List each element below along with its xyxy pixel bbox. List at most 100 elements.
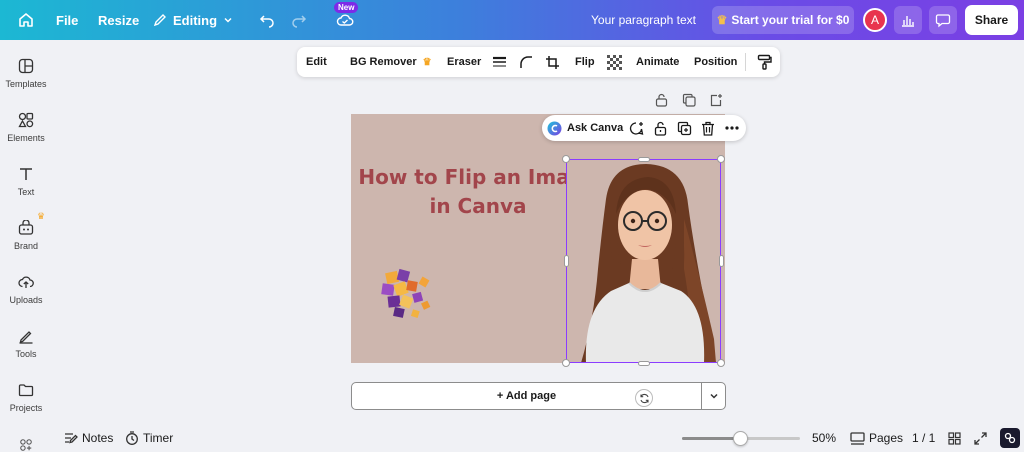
crop-button[interactable] — [545, 47, 560, 77]
toolbar-divider — [745, 53, 746, 71]
canvas-title-text[interactable]: How to Flip an Image in Canva — [355, 163, 601, 221]
sidebar: Templates Elements Text Brand ♛ Uploads … — [0, 40, 52, 452]
sidebar-item-brand[interactable]: Brand — [0, 216, 52, 266]
cloud-check-icon — [336, 14, 354, 26]
edit-button[interactable]: Edit — [306, 47, 327, 77]
duplicate-element-button[interactable] — [677, 115, 692, 141]
timer-button[interactable]: Timer — [125, 428, 173, 448]
undo-button[interactable] — [259, 0, 275, 40]
ask-canva-button[interactable]: Ask Canva — [547, 115, 623, 141]
sidebar-item-elements[interactable]: Elements — [0, 108, 52, 158]
corner-rounding-button[interactable] — [519, 47, 533, 77]
magic-assistant-button[interactable] — [1000, 428, 1020, 448]
text-icon — [20, 168, 32, 180]
animate-button[interactable]: Animate — [636, 47, 679, 77]
notes-label: Notes — [82, 431, 114, 445]
resize-handle-top-left[interactable] — [562, 155, 570, 163]
sidebar-item-label: Projects — [9, 403, 43, 413]
timer-icon — [126, 431, 138, 445]
zoom-slider-knob[interactable] — [733, 431, 748, 446]
delete-element-button[interactable] — [701, 115, 715, 141]
resize-handle-top[interactable] — [638, 157, 650, 162]
notes-icon — [65, 433, 78, 444]
uploads-icon — [18, 276, 34, 288]
sidebar-item-label: Brand — [13, 241, 39, 251]
copy-style-button[interactable] — [757, 47, 772, 77]
more-options-button[interactable] — [725, 115, 739, 141]
trial-label: Start your trial for $0 — [731, 13, 850, 27]
trash-icon — [702, 121, 714, 136]
document-title[interactable]: Your paragraph text — [591, 0, 696, 40]
pages-label: Pages — [869, 431, 904, 445]
resize-menu[interactable]: Resize — [98, 0, 139, 40]
redo-button[interactable] — [291, 0, 307, 40]
fullscreen-button[interactable] — [974, 428, 987, 448]
home-icon — [19, 13, 33, 27]
zoom-level[interactable]: 50% — [812, 428, 836, 448]
transparency-button[interactable] — [607, 47, 622, 77]
share-button[interactable]: Share — [965, 5, 1018, 35]
add-page-options-button[interactable] — [701, 382, 726, 410]
pages-icon — [850, 431, 865, 445]
puzzle-pieces-graphic[interactable] — [378, 266, 436, 322]
sidebar-item-templates[interactable]: Templates — [0, 54, 52, 104]
duplicate-page-button[interactable] — [682, 93, 696, 107]
duplicate-icon — [677, 121, 692, 135]
add-page-icon — [710, 94, 722, 107]
resize-handle-right[interactable] — [719, 255, 724, 267]
start-trial-button[interactable]: ♛ Start your trial for $0 — [712, 6, 854, 34]
sidebar-item-apps[interactable] — [0, 434, 52, 452]
resize-handle-bottom-right[interactable] — [717, 359, 725, 367]
sidebar-item-label: Uploads — [9, 295, 43, 305]
resize-handle-bottom[interactable] — [638, 361, 650, 366]
comment-add-button[interactable] — [629, 115, 644, 141]
fullscreen-icon — [974, 431, 987, 445]
grid-view-button[interactable] — [948, 428, 961, 448]
refresh-button[interactable] — [635, 389, 653, 407]
crop-icon — [546, 55, 559, 69]
pencil-icon — [153, 14, 166, 27]
resize-handle-left[interactable] — [564, 255, 569, 267]
templates-icon — [18, 58, 34, 74]
crown-icon: ♛ — [716, 13, 728, 27]
sidebar-item-uploads[interactable]: Uploads — [0, 270, 52, 320]
lock-element-button[interactable] — [654, 115, 667, 141]
comment-icon — [935, 14, 951, 28]
title-line-1: How to Flip an Image — [358, 165, 598, 189]
elements-icon — [18, 112, 34, 128]
resize-handle-top-right[interactable] — [717, 155, 725, 163]
editing-menu[interactable]: Editing — [153, 0, 233, 40]
sidebar-item-projects[interactable]: Projects — [0, 378, 52, 428]
sidebar-item-tools[interactable]: Tools — [0, 324, 52, 374]
sidebar-item-label: Text — [17, 187, 35, 197]
border-style-button[interactable] — [492, 47, 507, 77]
position-button[interactable]: Position — [694, 47, 737, 77]
bg-remover-button[interactable]: BG Remover ♛ — [350, 47, 432, 77]
crown-icon: ♛ — [37, 211, 46, 221]
selection-frame — [566, 159, 721, 363]
lock-page-button[interactable] — [655, 93, 668, 107]
duplicate-icon — [682, 93, 696, 107]
sidebar-item-text[interactable]: Text — [0, 162, 52, 212]
add-page-icon-button[interactable] — [709, 93, 723, 107]
ask-canva-label: Ask Canva — [567, 122, 624, 134]
apps-icon — [20, 439, 32, 451]
insights-button[interactable] — [894, 6, 922, 34]
pages-button[interactable]: Pages — [850, 428, 903, 448]
resize-handle-bottom-left[interactable] — [562, 359, 570, 367]
editing-label: Editing — [173, 12, 218, 28]
home-button[interactable] — [18, 0, 34, 40]
projects-icon — [18, 384, 34, 397]
eraser-button[interactable]: Eraser — [447, 47, 481, 77]
zoom-slider[interactable] — [682, 431, 800, 446]
undo-icon — [259, 15, 274, 28]
chevron-down-icon — [224, 17, 232, 23]
notes-button[interactable]: Notes — [64, 428, 113, 448]
file-menu[interactable]: File — [56, 0, 78, 40]
avatar[interactable]: A — [863, 8, 887, 32]
comment-add-icon — [629, 121, 644, 135]
flip-button[interactable]: Flip — [575, 47, 595, 77]
comments-button[interactable] — [929, 6, 957, 34]
canva-ai-icon — [547, 121, 562, 135]
border-lines-icon — [493, 56, 506, 67]
